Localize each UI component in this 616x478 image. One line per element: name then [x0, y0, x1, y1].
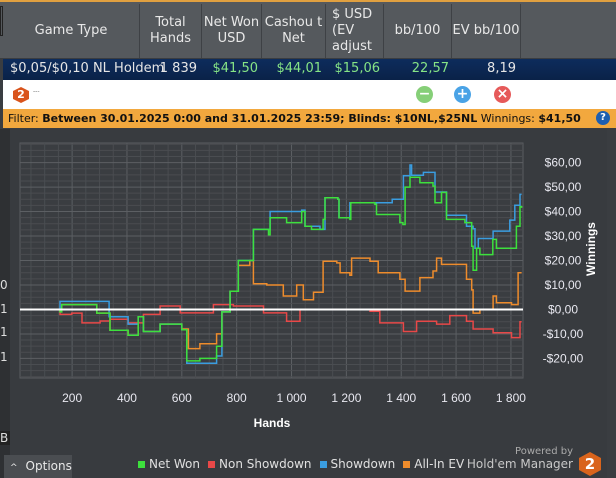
cell-game-type: $0,05/$0,10 NL Holdem: [10, 61, 165, 76]
winnings-chart: 200 400 600 800 1 000 1 200 1 400 1 600 1 800 -$2…: [19, 142, 598, 430]
powered-by: Powered by Hold'em Manager 2: [466, 446, 601, 476]
graph-title: ---: [33, 88, 40, 95]
filter-text: Between 30.01.2025 0:00 and 31.01.2025 2…: [42, 112, 478, 125]
column-net-won[interactable]: Net Won USD: [202, 4, 262, 58]
x-tick-label: 800: [227, 391, 247, 405]
y-tick-label: $30,00: [545, 229, 582, 243]
y-tick-label: $0,00: [548, 302, 578, 316]
cell-usd-ev: $15,06: [334, 61, 381, 76]
winnings-value: $41,50: [538, 112, 581, 125]
y-tick-label: $20,00: [545, 254, 582, 268]
legend-showdown[interactable]: Showdown: [319, 457, 395, 471]
y-tick-label: -$20,00: [543, 351, 584, 365]
x-axis-label: Hands: [254, 416, 291, 430]
winnings-label: Winnings:: [480, 112, 535, 125]
help-icon[interactable]: ?: [596, 111, 610, 125]
y-axis-label: Winnings: [584, 222, 598, 276]
x-tick-label: 1 800: [496, 391, 526, 405]
column-cashout-net[interactable]: Cashou t Net: [262, 4, 326, 58]
close-graph-button[interactable]: ×: [494, 86, 511, 103]
legend-net-won[interactable]: Net Won: [138, 457, 200, 471]
zoom-in-button[interactable]: +: [454, 86, 471, 103]
y-tick-label: -$10,00: [543, 327, 584, 341]
column-bb100[interactable]: bb/100: [384, 4, 452, 58]
x-tick-label: 200: [62, 391, 82, 405]
x-tick-label: 400: [117, 391, 137, 405]
y-tick-label: $50,00: [545, 180, 582, 194]
hm2-logo-icon: 2: [13, 87, 29, 103]
options-button[interactable]: ^ Options: [4, 455, 72, 478]
table-header: Game Type Total Hands Net Won USD Cashou…: [0, 0, 616, 58]
chevron-up-icon: ^: [10, 463, 18, 473]
legend-non-showdown[interactable]: Non Showdown: [208, 457, 312, 471]
chart-legend: Net Won Non Showdown Showdown All-In EV: [138, 457, 464, 471]
cell-total-hands: 1 839: [159, 61, 197, 76]
cell-net-won: $41,50: [212, 61, 259, 76]
column-total-hands[interactable]: Total Hands: [140, 4, 202, 58]
zoom-out-button[interactable]: −: [416, 86, 433, 103]
x-tick-label: 1 600: [441, 391, 471, 405]
cell-ev-bb100: 8,19: [487, 61, 516, 76]
column-game-type[interactable]: Game Type: [3, 4, 140, 58]
x-tick-label: 1 000: [277, 391, 307, 405]
cell-bb100: 22,57: [411, 61, 449, 76]
column-ev-bb100[interactable]: EV bb/100: [452, 4, 521, 58]
chart-grid: [19, 142, 524, 379]
x-tick-label: 1 200: [331, 391, 361, 405]
y-tick-label: $10,00: [545, 278, 582, 292]
column-usd-ev[interactable]: $ USD (EV adjust: [326, 4, 384, 58]
y-tick-label: $40,00: [545, 205, 582, 219]
powered-by-brand: Hold'em Manager: [466, 457, 573, 471]
table-row[interactable]: $0,05/$0,10 NL Holdem 1 839 $41,50 $44,0…: [3, 59, 616, 80]
filter-label: Filter:: [8, 112, 39, 125]
graph-toolbar: 2 --- − + ×: [3, 80, 616, 109]
powered-by-text: Powered by: [515, 446, 573, 457]
filter-bar: Filter: Between 30.01.2025 0:00 and 31.0…: [3, 109, 616, 128]
x-tick-label: 600: [172, 391, 192, 405]
x-tick-label: 1 400: [386, 391, 416, 405]
y-tick-label: $60,00: [545, 156, 582, 170]
cell-cashout-net: $44,01: [276, 61, 323, 76]
legend-all-in-ev[interactable]: All-In EV: [403, 457, 464, 471]
options-label: Options: [25, 459, 72, 473]
